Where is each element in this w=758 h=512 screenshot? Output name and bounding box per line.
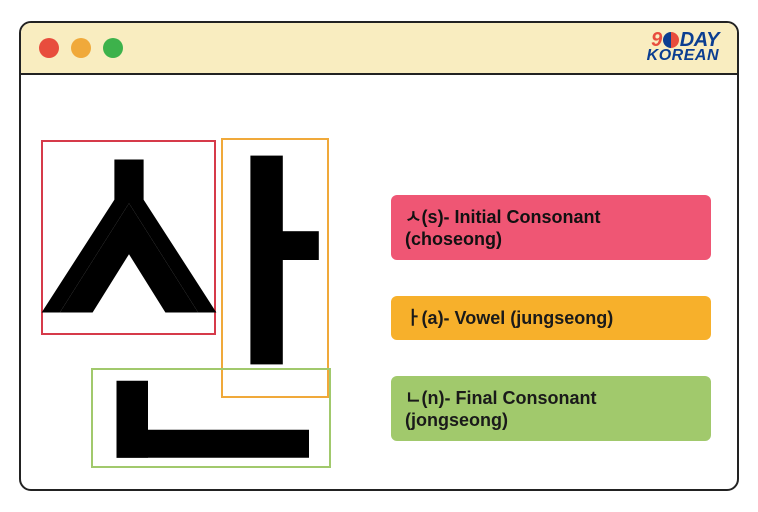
label-vowel-text: ㅏ(a)- Vowel (jungseong) xyxy=(405,308,613,328)
window-controls xyxy=(39,38,123,58)
titlebar: 9DAY KOREAN xyxy=(21,23,737,75)
label-final-text: ㄴ(n)- Final Consonant (jongseong) xyxy=(405,388,597,430)
minimize-icon[interactable] xyxy=(71,38,91,58)
app-window: 9DAY KOREAN xyxy=(19,21,739,491)
syllable-block xyxy=(41,140,361,470)
final-consonant-glyph xyxy=(106,376,316,471)
label-final-consonant: ㄴ(n)- Final Consonant (jongseong) xyxy=(391,376,711,441)
labels-list: ㅅ(s)- Initial Consonant (choseong) ㅏ(a)-… xyxy=(391,195,711,441)
close-icon[interactable] xyxy=(39,38,59,58)
vowel-glyph xyxy=(236,145,326,380)
brand-logo: 9DAY KOREAN xyxy=(647,31,719,63)
a-vowel-icon xyxy=(236,145,326,375)
label-initial-consonant: ㅅ(s)- Initial Consonant (choseong) xyxy=(391,195,711,260)
brand-taegeuk-icon xyxy=(663,32,679,48)
initial-consonant-glyph xyxy=(38,145,220,332)
label-initial-text: ㅅ(s)- Initial Consonant (choseong) xyxy=(405,207,601,249)
maximize-icon[interactable] xyxy=(103,38,123,58)
content-area: ㅅ(s)- Initial Consonant (choseong) ㅏ(a)-… xyxy=(21,75,737,489)
nieun-icon xyxy=(106,376,316,466)
label-vowel: ㅏ(a)- Vowel (jungseong) xyxy=(391,296,711,340)
siot-icon xyxy=(38,145,220,327)
brand-bottom: KOREAN xyxy=(647,49,719,63)
